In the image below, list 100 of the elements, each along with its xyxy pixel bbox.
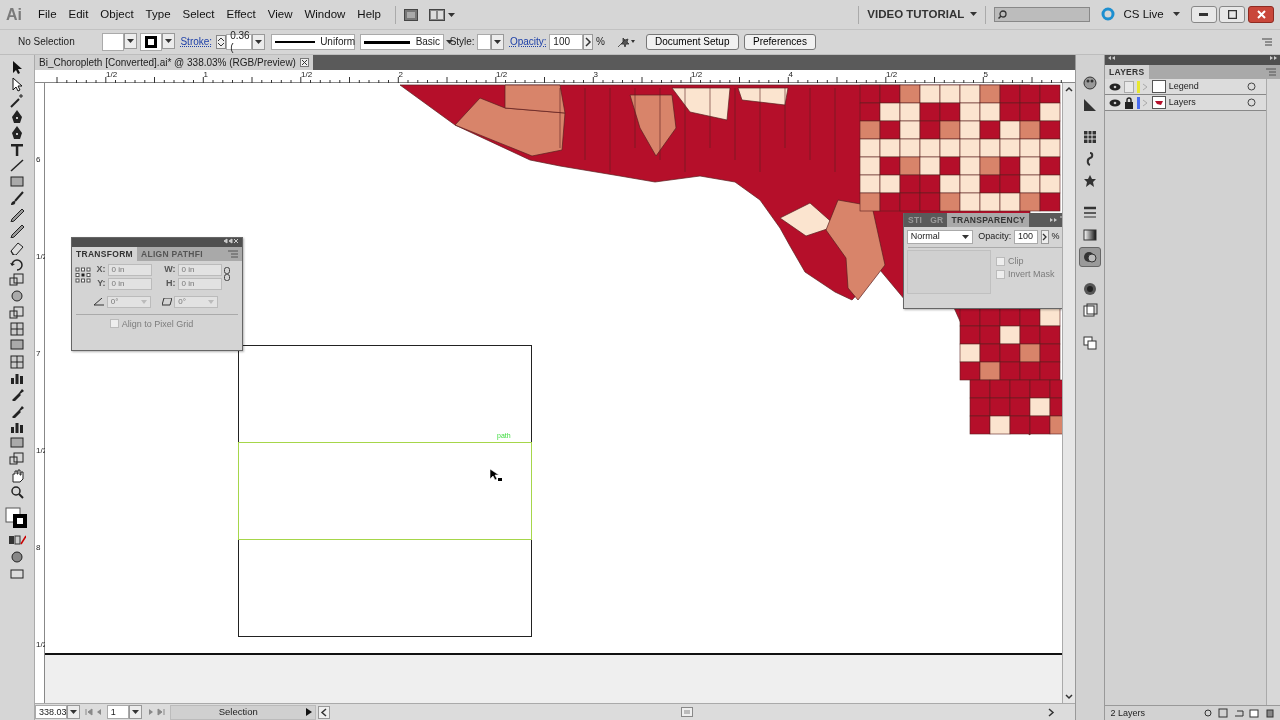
angle-value: 0° xyxy=(110,296,120,307)
arrow-right-icon[interactable] xyxy=(1040,229,1049,244)
scrollbar-thumb[interactable] xyxy=(681,707,694,717)
caret-icon[interactable] xyxy=(969,12,977,17)
menu-item[interactable]: File xyxy=(32,5,63,24)
angle-field[interactable]: 0° xyxy=(106,295,151,308)
close-button[interactable] xyxy=(1248,6,1274,23)
line-icon[interactable] xyxy=(8,158,26,174)
close-icon[interactable] xyxy=(299,58,309,67)
arrange-documents-icon[interactable] xyxy=(429,8,445,21)
panel-collapse-icon[interactable] xyxy=(223,238,240,244)
coordinate-field[interactable]: 0 in xyxy=(107,277,152,290)
menu-item[interactable]: Type xyxy=(139,5,177,24)
coordinate-field[interactable]: 0 in xyxy=(177,277,222,290)
caret-icon[interactable] xyxy=(127,39,135,43)
panel-tab[interactable]: TRANSFORM xyxy=(72,247,137,261)
bridge-icon[interactable] xyxy=(404,8,418,21)
new-sublayer-icon[interactable] xyxy=(1233,708,1244,718)
menu-item[interactable]: Effect xyxy=(220,5,262,24)
field-label: Y: xyxy=(96,278,106,290)
eye-icon[interactable] xyxy=(1109,97,1121,108)
minimize-button[interactable] xyxy=(1190,6,1217,23)
caret-icon[interactable] xyxy=(494,40,502,44)
stroke-swatch[interactable] xyxy=(139,33,162,51)
search-field[interactable] xyxy=(993,7,1090,22)
rectangle-icon[interactable] xyxy=(8,337,26,353)
menu-item[interactable]: Select xyxy=(176,5,221,24)
locate-object-icon[interactable] xyxy=(1202,708,1213,718)
caret-icon[interactable] xyxy=(164,39,172,43)
ruler-label: 1 xyxy=(203,70,208,80)
first-page-icon[interactable] xyxy=(84,707,94,717)
caret-icon[interactable] xyxy=(447,12,455,17)
menu-item[interactable]: View xyxy=(261,5,299,24)
color-modes-icon[interactable] xyxy=(8,533,26,548)
panel-tab[interactable]: LAYERS xyxy=(1105,65,1149,79)
scroll-left-icon[interactable] xyxy=(317,705,330,719)
toolbar-button[interactable]: Preferences xyxy=(744,34,816,50)
blend-mode-dropdown[interactable]: Normal xyxy=(906,229,973,244)
magic-wand-icon[interactable] xyxy=(8,92,26,108)
arrow-right-icon[interactable] xyxy=(583,34,594,50)
link-icon[interactable] xyxy=(224,266,231,281)
recolor-artwork-icon[interactable] xyxy=(615,35,635,49)
stroke-profile-dropdown[interactable]: Uniform xyxy=(270,34,355,50)
pencil-icon[interactable] xyxy=(8,206,26,222)
zoom-icon[interactable] xyxy=(8,484,26,499)
coordinate-field[interactable]: 0 in xyxy=(107,263,152,276)
document-tab[interactable]: Bi_Choropleth [Converted].ai* @ 338.03% (RGB/Preview) xyxy=(35,55,313,70)
zoom-field[interactable]: 338.03 xyxy=(35,705,67,719)
caret-icon[interactable] xyxy=(961,234,969,239)
shear-field[interactable]: 0° xyxy=(174,295,219,308)
scale-icon[interactable] xyxy=(8,272,26,288)
status-tool-menu[interactable]: Selection xyxy=(169,704,316,720)
opacity-field[interactable]: 100 xyxy=(549,34,584,50)
opacity-link[interactable]: Opacity: xyxy=(509,36,547,48)
cs-live-menu[interactable]: CS Live xyxy=(1117,5,1170,24)
percent-label: % xyxy=(1051,231,1060,243)
transparency-panel-button[interactable] xyxy=(1079,247,1101,267)
mesh-icon[interactable] xyxy=(8,321,26,337)
menu-item[interactable]: Object xyxy=(94,5,140,24)
circle-icon[interactable] xyxy=(8,288,26,304)
menu-item[interactable]: Window xyxy=(298,5,352,24)
scale-icon[interactable] xyxy=(8,451,26,467)
style-swatch[interactable] xyxy=(477,34,492,50)
clipping-mask-icon[interactable] xyxy=(1218,708,1228,718)
eye-icon[interactable] xyxy=(1109,81,1121,92)
pencil-icon[interactable] xyxy=(8,223,26,239)
lock-icon[interactable] xyxy=(1123,96,1134,109)
menu-item[interactable]: Help xyxy=(351,5,387,24)
color-guide-icon xyxy=(1082,97,1098,113)
spinner-icon[interactable] xyxy=(216,35,227,49)
rectangle-icon[interactable] xyxy=(8,174,26,190)
mesh-icon[interactable] xyxy=(8,353,26,369)
caret-icon[interactable] xyxy=(255,40,263,44)
ruler-label: 2 xyxy=(398,70,403,80)
new-layer-icon[interactable] xyxy=(1249,708,1259,718)
layer-row[interactable]: Layers xyxy=(1105,95,1266,111)
paintbrush-icon[interactable] xyxy=(8,190,26,206)
scale-icon[interactable] xyxy=(8,304,26,320)
caret-icon[interactable] xyxy=(70,710,77,714)
rectangle-icon[interactable] xyxy=(8,435,26,451)
ruler-origin[interactable] xyxy=(35,70,45,83)
opacity-field[interactable]: 100 xyxy=(1014,229,1038,244)
fill-swatch[interactable] xyxy=(102,33,125,51)
stroke-link[interactable]: Stroke: xyxy=(180,36,213,48)
last-page-icon[interactable] xyxy=(155,707,166,717)
trash-icon[interactable] xyxy=(1264,708,1275,718)
drawing-modes-icon[interactable] xyxy=(8,549,26,565)
caret-icon[interactable] xyxy=(131,710,139,714)
page-field[interactable]: 1 xyxy=(106,705,129,719)
toolbar-button[interactable]: Document Setup xyxy=(646,34,739,50)
lock-toggle[interactable] xyxy=(1123,80,1134,93)
gradient-icon xyxy=(1082,227,1098,243)
menu-item[interactable]: Edit xyxy=(62,5,95,24)
panel-tab[interactable]: TRANSPARENCY xyxy=(947,213,1030,227)
coordinate-field[interactable]: 0 in xyxy=(177,263,222,276)
maximize-button[interactable] xyxy=(1219,6,1246,23)
workspace-switcher[interactable]: VIDEO TUTORIAL xyxy=(867,7,965,22)
layer-row[interactable]: Legend xyxy=(1105,79,1266,95)
caret-icon[interactable] xyxy=(1172,12,1180,17)
type-tool-icon[interactable] xyxy=(8,141,26,157)
